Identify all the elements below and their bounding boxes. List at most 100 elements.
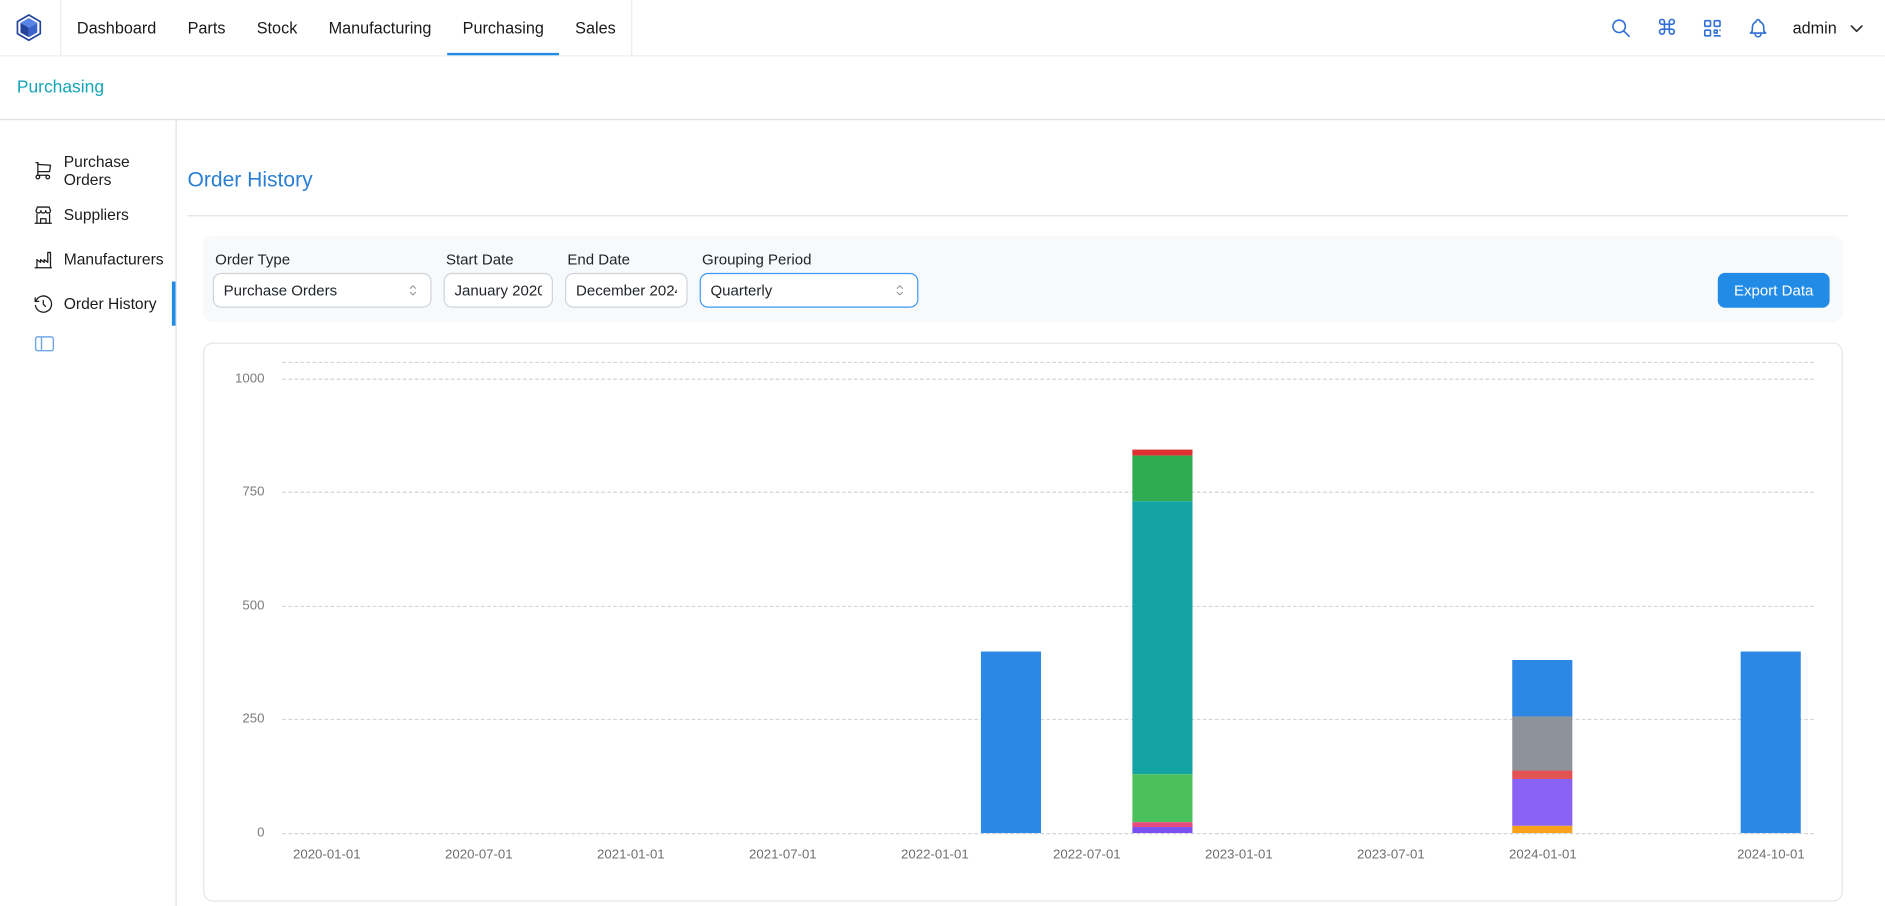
- sidebar-item-purchase-orders[interactable]: Purchase Orders: [0, 148, 176, 192]
- tab-label: Manufacturing: [329, 19, 432, 37]
- chart-x-tick-label: 2021-07-01: [749, 847, 817, 861]
- chart-bar-segment-gray[interactable]: [1513, 717, 1573, 771]
- building-store-icon: [32, 204, 54, 226]
- chart-bar[interactable]: [981, 651, 1041, 833]
- nav-tabs: Dashboard Parts Stock Manufacturing Purc…: [60, 0, 632, 55]
- chart-bar[interactable]: [1741, 651, 1801, 833]
- start-date-label: Start Date: [444, 251, 553, 268]
- title-divider: [188, 215, 1848, 216]
- grouping-period-group: Grouping Period Quarterly: [700, 251, 919, 307]
- order-type-value: Purchase Orders: [224, 282, 338, 299]
- start-date-input[interactable]: [444, 273, 553, 308]
- sidebar-toggle-icon[interactable]: [32, 333, 56, 355]
- sidebar-item-label: Manufacturers: [64, 250, 164, 268]
- sidebar-item-label: Suppliers: [64, 206, 129, 224]
- end-date-label: End Date: [565, 251, 688, 268]
- grouping-period-select[interactable]: Quarterly: [700, 273, 919, 308]
- end-date-input[interactable]: [565, 273, 688, 308]
- sidebar-item-suppliers[interactable]: Suppliers: [0, 192, 176, 236]
- chart-y-tick-label: 500: [242, 599, 264, 613]
- order-history-chart-card: 02505007501000 2020-01-012020-07-012021-…: [203, 343, 1843, 902]
- sidebar-item-manufacturers[interactable]: Manufacturers: [0, 237, 176, 281]
- topbar-actions: ⌘ admin: [1610, 0, 1871, 55]
- tab-label: Dashboard: [77, 19, 156, 37]
- export-data-button[interactable]: Export Data: [1718, 273, 1830, 308]
- content-panel: Order History Order Type Purchase Orders…: [177, 120, 1885, 906]
- tab-purchasing[interactable]: Purchasing: [447, 0, 559, 55]
- page-title: Order History: [188, 167, 1848, 192]
- chart-x-tick-label: 2024-01-01: [1509, 847, 1577, 861]
- app-root: Dashboard Parts Stock Manufacturing Purc…: [0, 0, 1885, 906]
- chart-y-labels: 02505007501000: [204, 362, 274, 833]
- chart-gridline: [282, 719, 1813, 720]
- building-factory-icon: [32, 248, 54, 270]
- tab-dashboard[interactable]: Dashboard: [61, 0, 172, 55]
- chart-gridline: [282, 379, 1813, 380]
- chart-bar-segment-emerald[interactable]: [1133, 456, 1193, 501]
- app-logo[interactable]: [14, 0, 43, 55]
- chart-bar-segment-blue[interactable]: [1513, 660, 1573, 717]
- chart-bar[interactable]: [1133, 450, 1193, 834]
- end-date-group: End Date: [565, 251, 688, 307]
- sidebar-item-label: Purchase Orders: [64, 152, 176, 188]
- chart-gridline-top: [282, 362, 1813, 363]
- chart-bar-segment-blue[interactable]: [981, 651, 1041, 833]
- tab-label: Purchasing: [463, 19, 544, 37]
- chart-x-labels: 2020-01-01 2020-07-01 2021-01-01 2021-07-01…: [282, 847, 1813, 866]
- chart-bar-segment-teal[interactable]: [1133, 501, 1193, 774]
- sidebar-item-label: Order History: [64, 295, 157, 313]
- chart-bar-segment-orange[interactable]: [1513, 826, 1573, 833]
- order-type-select[interactable]: Purchase Orders: [213, 273, 432, 308]
- sidebar: Purchase Orders Suppliers Manufacturers: [0, 120, 177, 906]
- chart-bar-segment-green[interactable]: [1133, 774, 1193, 823]
- chart-bar-segment-blue[interactable]: [1741, 651, 1801, 833]
- order-type-label: Order Type: [213, 251, 432, 268]
- chart-gridline: [282, 492, 1813, 493]
- chart-x-tick-label: 2023-01-01: [1205, 847, 1273, 861]
- inventree-logo-icon: [14, 13, 43, 42]
- chart-gridline: [282, 606, 1813, 607]
- breadcrumb[interactable]: Purchasing: [17, 78, 104, 97]
- chart-y-tick-label: 250: [242, 712, 264, 726]
- chart-x-tick-label: 2020-01-01: [293, 847, 361, 861]
- chart-x-tick-label: 2020-07-01: [445, 847, 513, 861]
- shopping-cart-icon: [32, 159, 54, 181]
- chart-gridline: [282, 833, 1813, 834]
- scan-qr-icon[interactable]: [1701, 16, 1724, 39]
- tab-label: Parts: [188, 19, 226, 37]
- tab-stock[interactable]: Stock: [241, 0, 313, 55]
- tab-manufacturing[interactable]: Manufacturing: [313, 0, 447, 55]
- notifications-bell-icon[interactable]: [1747, 16, 1770, 39]
- order-type-group: Order Type Purchase Orders: [213, 251, 432, 307]
- breadcrumb-bar: Purchasing: [0, 56, 1885, 120]
- filter-card: Order Type Purchase Orders Start Date En…: [203, 236, 1843, 323]
- chart-y-tick-label: 1000: [235, 371, 264, 385]
- chevron-selector-icon: [892, 282, 908, 298]
- grouping-period-label: Grouping Period: [700, 251, 919, 268]
- chart-bar-segment-red[interactable]: [1513, 770, 1573, 779]
- top-navbar: Dashboard Parts Stock Manufacturing Purc…: [0, 0, 1885, 56]
- chart-x-tick-label: 2021-01-01: [597, 847, 665, 861]
- chart-plot: [282, 362, 1813, 833]
- search-icon[interactable]: [1610, 16, 1633, 39]
- chart-bar-segment-violet[interactable]: [1513, 779, 1573, 826]
- chart-y-tick-label: 750: [242, 485, 264, 499]
- chart-x-tick-label: 2024-10-01: [1737, 847, 1805, 861]
- chart-x-tick-label: 2022-07-01: [1053, 847, 1121, 861]
- sidebar-item-order-history[interactable]: Order History: [0, 281, 176, 325]
- tab-label: Stock: [257, 19, 298, 37]
- chart-x-tick-label: 2023-07-01: [1357, 847, 1425, 861]
- chart-bar-segment-violet[interactable]: [1133, 827, 1193, 833]
- tab-parts[interactable]: Parts: [172, 0, 241, 55]
- history-clock-icon: [32, 293, 54, 315]
- user-menu[interactable]: admin: [1793, 19, 1866, 37]
- main-row: Purchase Orders Suppliers Manufacturers: [0, 120, 1885, 906]
- start-date-group: Start Date: [444, 251, 553, 307]
- grouping-period-value: Quarterly: [710, 282, 772, 299]
- chart-bar[interactable]: [1513, 659, 1573, 833]
- username: admin: [1793, 19, 1837, 37]
- tab-sales[interactable]: Sales: [560, 0, 632, 55]
- chart-x-tick-label: 2022-01-01: [901, 847, 969, 861]
- chevron-selector-icon: [405, 282, 421, 298]
- command-palette-icon[interactable]: ⌘: [1656, 16, 1679, 39]
